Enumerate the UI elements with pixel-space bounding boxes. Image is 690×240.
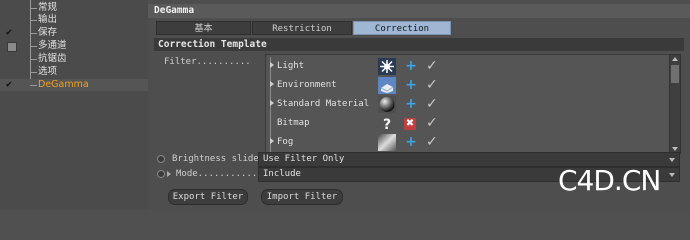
- tree-item-label: 多通道: [38, 40, 67, 51]
- checkmark-icon[interactable]: ✔: [6, 80, 16, 90]
- filter-row-environment[interactable]: Environment + ✓: [266, 76, 670, 95]
- scroll-thumb[interactable]: [671, 65, 679, 83]
- checkbox-icon[interactable]: [7, 42, 17, 52]
- filter-name: Standard Material: [277, 99, 370, 109]
- tree-item-options[interactable]: 选项: [0, 66, 148, 78]
- tree-branch: [30, 72, 37, 73]
- import-filter-button[interactable]: Import Filter: [261, 189, 343, 205]
- expand-arrow-icon[interactable]: [270, 81, 274, 87]
- expand-arrow-icon[interactable]: [270, 138, 274, 144]
- checkmark-icon[interactable]: ✓: [426, 115, 440, 132]
- animation-dot-icon[interactable]: [157, 170, 165, 178]
- expand-arrow-icon[interactable]: [270, 62, 274, 68]
- scroll-up-icon[interactable]: [672, 57, 678, 61]
- watermark-logo: C4D.CN: [558, 164, 661, 197]
- tree-branch: [30, 59, 37, 60]
- tree-item-label: DeGamma: [38, 79, 89, 90]
- environment-icon: [378, 77, 396, 94]
- checkmark-icon[interactable]: ✔: [6, 28, 16, 38]
- brightness-sliders-value: Use Filter Only: [263, 154, 345, 164]
- tab-restriction[interactable]: Restriction: [252, 21, 352, 35]
- section-title: Correction Template: [158, 39, 267, 50]
- add-icon[interactable]: +: [404, 59, 418, 74]
- filter-list[interactable]: Light + ✓ Environment + ✓ Standard Mater…: [265, 54, 671, 154]
- filter-list-scrollbar[interactable]: [669, 54, 681, 154]
- panel-title: DeGamma: [154, 5, 195, 16]
- filter-name: Environment: [277, 80, 337, 90]
- filter-row-bitmap[interactable]: Bitmap ? ✖ ✓: [266, 114, 670, 133]
- light-icon: [378, 58, 396, 75]
- filter-name: Fog: [277, 137, 294, 147]
- expand-arrow-icon[interactable]: [270, 100, 274, 106]
- mode-value: Include: [263, 169, 301, 179]
- section-header: Correction Template: [154, 38, 684, 51]
- tree-branch: [30, 20, 37, 21]
- brightness-sliders-label: Brightness sliders: [172, 154, 270, 164]
- checkmark-icon[interactable]: ✓: [426, 77, 440, 94]
- remove-icon[interactable]: ✖: [404, 118, 416, 130]
- export-filter-button[interactable]: Export Filter: [168, 189, 248, 205]
- tab-correction-template[interactable]: Correction Template: [353, 21, 451, 48]
- panel-title-bar: DeGamma: [148, 4, 690, 18]
- chevron-down-icon: [669, 158, 675, 162]
- tree-item-label: 选项: [38, 66, 58, 77]
- tree-item-save[interactable]: ✔ 保存: [0, 27, 148, 39]
- svg-text:?: ?: [383, 117, 391, 132]
- tree-item-multipass[interactable]: 多通道: [0, 40, 148, 52]
- tree-item-label: 保存: [38, 27, 58, 38]
- filter-name: Bitmap: [277, 118, 310, 128]
- animation-dot-icon[interactable]: [157, 155, 165, 163]
- filter-name: Light: [277, 61, 305, 71]
- tree-item-label: 输出: [38, 14, 58, 25]
- render-settings-tree: 常规 输出 ✔ 保存 多通道 抗锯齿 选项 ✔ DeGamma: [0, 0, 148, 210]
- tree-item-degamma[interactable]: ✔ DeGamma: [0, 79, 148, 91]
- filter-row-standard-material[interactable]: Standard Material + ✓: [266, 95, 670, 114]
- tree-item-output[interactable]: 输出: [0, 14, 148, 26]
- tab-basic[interactable]: 基本: [156, 21, 251, 35]
- tree-item-antialiasing[interactable]: 抗锯齿: [0, 53, 148, 65]
- filter-row-fog[interactable]: Fog + ✓: [266, 133, 670, 152]
- tree-item-general[interactable]: 常规: [0, 2, 148, 14]
- material-sphere-icon: [378, 96, 396, 113]
- filter-row-light[interactable]: Light + ✓: [266, 57, 670, 76]
- add-icon[interactable]: +: [404, 97, 418, 112]
- bitmap-question-icon: ?: [383, 117, 391, 132]
- tree-line: [270, 114, 271, 133]
- tree-item-label: 常规: [38, 2, 58, 13]
- tree-branch: [30, 33, 37, 34]
- scroll-down-icon[interactable]: [672, 147, 678, 151]
- tree-branch: [30, 8, 37, 9]
- expand-arrow-icon[interactable]: [167, 171, 171, 177]
- add-icon[interactable]: +: [404, 135, 418, 150]
- filter-label: Filter..........: [164, 57, 251, 67]
- tree-branch: [30, 85, 37, 86]
- checkmark-icon[interactable]: ✓: [426, 58, 440, 75]
- fog-icon: [378, 134, 396, 151]
- tab-bar: 基本 Restriction Correction Template: [156, 21, 678, 48]
- add-icon[interactable]: +: [404, 78, 418, 93]
- checkmark-icon[interactable]: ✓: [426, 96, 440, 113]
- checkmark-icon[interactable]: ✓: [426, 134, 440, 151]
- tree-item-label: 抗锯齿: [38, 53, 67, 64]
- tree-branch: [30, 46, 37, 47]
